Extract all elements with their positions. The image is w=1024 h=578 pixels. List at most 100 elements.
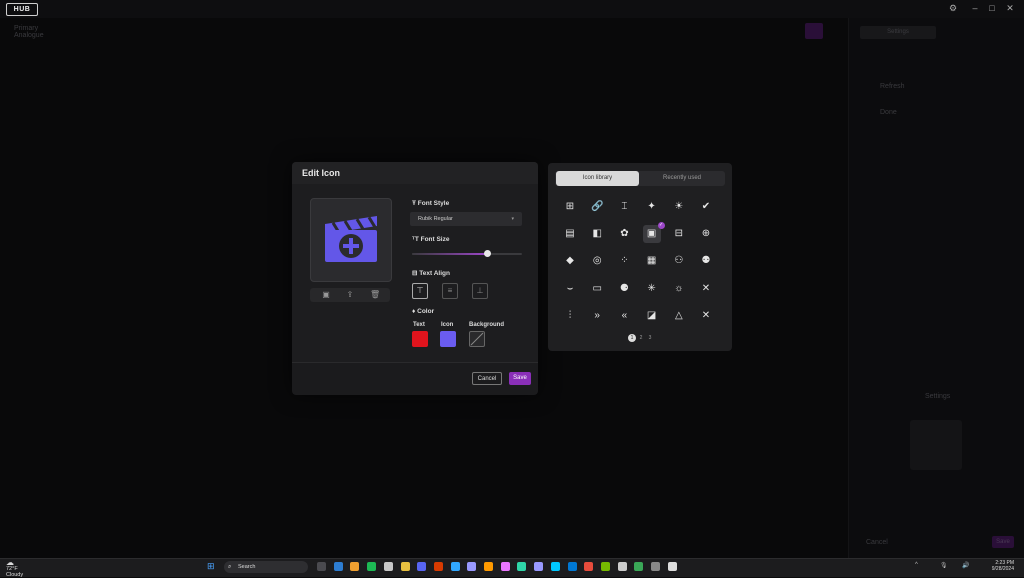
user-group-icon[interactable]: ⚇ [670, 252, 688, 270]
window-minus-icon[interactable]: ⊟ [670, 225, 688, 243]
message-square-icon[interactable]: ◧ [588, 225, 606, 243]
monitor-icon[interactable]: ▭ [588, 280, 606, 298]
page-2-button[interactable]: 2 [637, 334, 645, 342]
font-size-slider-fill [412, 253, 487, 255]
taskbar-app-15[interactable] [550, 562, 560, 571]
start-icon[interactable]: ⊞ [207, 562, 216, 571]
bg-footer-cancel: Cancel [866, 539, 888, 546]
chevrons-left-icon[interactable]: « [615, 307, 633, 325]
taskbar-app-13[interactable] [517, 562, 527, 571]
clock[interactable]: 2:23 PM 9/28/2024 [980, 560, 1014, 572]
message-icon[interactable]: ▤ [561, 225, 579, 243]
upload-icon[interactable]: ⇪ [345, 290, 355, 300]
taskbar-app-18[interactable] [600, 562, 610, 571]
edit-icon-dialog: Edit Icon ▣ ⇪ 🗑 Ŧ Font Style Rubik Regul… [292, 162, 538, 395]
taskbar-app-22[interactable] [667, 562, 677, 571]
align-top-button[interactable]: ⊤ [412, 283, 428, 299]
check-icon[interactable]: ✔ [697, 198, 715, 216]
text-color-swatch[interactable] [412, 331, 428, 347]
weather-widget[interactable]: ☁ 72°F Cloudy [6, 559, 24, 578]
taskbar-app-2[interactable] [333, 562, 343, 571]
icon-preview [310, 198, 392, 282]
taskbar-app-8[interactable] [433, 562, 443, 571]
triangle-nodes-icon[interactable]: △ [670, 307, 688, 325]
tray-chevron-icon[interactable]: ^ [915, 562, 918, 568]
grid-icon[interactable]: ⊞ [561, 198, 579, 216]
selected-check-icon: ✓ [657, 222, 665, 230]
user-message-icon[interactable]: ⚈ [615, 280, 633, 298]
dots-icon[interactable]: ⁘ [615, 252, 633, 270]
color-text-label: Text [413, 322, 425, 328]
right-panel [848, 18, 1024, 558]
flower-icon[interactable]: ✿ [615, 225, 633, 243]
link-icon[interactable]: 🔗 [588, 198, 606, 216]
title-bar [0, 0, 1024, 18]
close-icon[interactable]: ✕ [697, 307, 715, 325]
sparkle-people-icon[interactable]: ✦ [643, 198, 661, 216]
page-3-button[interactable]: 3 [646, 334, 654, 342]
eye-closed-icon[interactable]: ⌣ [561, 280, 579, 298]
minimize-button[interactable]: – [968, 3, 982, 13]
save-button[interactable]: Save [509, 372, 531, 385]
sun-small-icon[interactable]: ☼ [670, 280, 688, 298]
taskbar-search[interactable]: ⌕ Search [224, 561, 308, 573]
taskbar-app-5[interactable] [383, 562, 393, 571]
taskbar-app-16[interactable] [567, 562, 577, 571]
taskbar-app-11[interactable] [484, 562, 493, 571]
tab-icon-library[interactable]: Icon library [556, 171, 639, 186]
image-icon[interactable]: ▣ [321, 290, 331, 300]
taskbar-app-12[interactable] [500, 562, 510, 571]
close-button[interactable]: ✕ [1003, 3, 1017, 14]
search-icon: ⌕ [228, 564, 232, 570]
microphone-icon[interactable]: 🎙 [940, 562, 948, 569]
clapperboard-plus-icon [325, 216, 377, 262]
user-add-icon[interactable]: ⚉ [697, 252, 715, 270]
sun-icon[interactable]: ☀ [670, 198, 688, 216]
tablet-icon[interactable]: ◪ [643, 307, 661, 325]
align-middle-button[interactable]: ≡ [442, 283, 458, 299]
taskbar-app-19[interactable] [617, 562, 627, 571]
font-size-slider-handle[interactable] [483, 250, 491, 257]
bg-preview-tile [910, 420, 962, 470]
cancel-button[interactable]: Cancel [472, 372, 502, 385]
font-size-label: ᵀT Font Size [412, 236, 450, 243]
sparkle-icon[interactable]: ✳ [643, 280, 661, 298]
trash-icon[interactable]: 🗑 [370, 290, 380, 300]
taskbar-app-17[interactable] [584, 562, 594, 571]
shield-icon[interactable]: ◆ [561, 252, 579, 270]
note-plus-icon[interactable]: ⊕ [697, 225, 715, 243]
dialog-title: Edit Icon [302, 168, 340, 178]
chat-circle-icon[interactable]: ◎ [588, 252, 606, 270]
icon-color-swatch[interactable] [440, 331, 456, 347]
text-cursor-icon[interactable]: ⌶ [615, 198, 633, 216]
taskbar-app-4[interactable] [367, 562, 377, 571]
sliders-icon[interactable]: ⫶ [561, 307, 579, 325]
taskbar-app-7[interactable] [417, 562, 427, 571]
taskbar-app-3[interactable] [350, 562, 360, 571]
bg-accent-button [805, 23, 823, 39]
taskbar-app-14[interactable] [534, 562, 544, 571]
bg-right-item-done: Done [880, 109, 897, 116]
chevron-down-icon: ▾ [511, 216, 514, 222]
volume-icon[interactable]: 🔊 [962, 562, 969, 569]
taskbar-app-21[interactable] [651, 562, 660, 571]
taskbar-app-10[interactable] [467, 562, 477, 571]
maximize-button[interactable]: □ [985, 3, 999, 13]
chevrons-right-icon[interactable]: » [588, 307, 606, 325]
taskbar-app-20[interactable] [634, 562, 644, 571]
background-color-swatch[interactable] [469, 331, 485, 347]
align-bottom-button[interactable]: ⊥ [472, 283, 488, 299]
tab-recently-used[interactable]: Recently used [641, 171, 723, 186]
settings-icon[interactable]: ⚙ [946, 3, 960, 14]
taskbar-app-6[interactable] [400, 562, 410, 571]
page-1-button[interactable]: 1 [628, 334, 636, 342]
close-icon[interactable]: ✕ [697, 280, 715, 298]
image-text-icon[interactable]: ▦ [643, 252, 661, 270]
weather-desc: Cloudy [6, 572, 24, 578]
clapperboard-icon[interactable]: ▣ [642, 225, 661, 244]
bg-label-primary: Primary [14, 25, 39, 32]
taskbar-app-9[interactable] [450, 562, 460, 571]
font-style-label: Ŧ Font Style [412, 200, 450, 207]
font-style-select[interactable]: Rubik Regular ▾ [410, 212, 522, 226]
taskbar-app-1[interactable] [317, 562, 326, 571]
